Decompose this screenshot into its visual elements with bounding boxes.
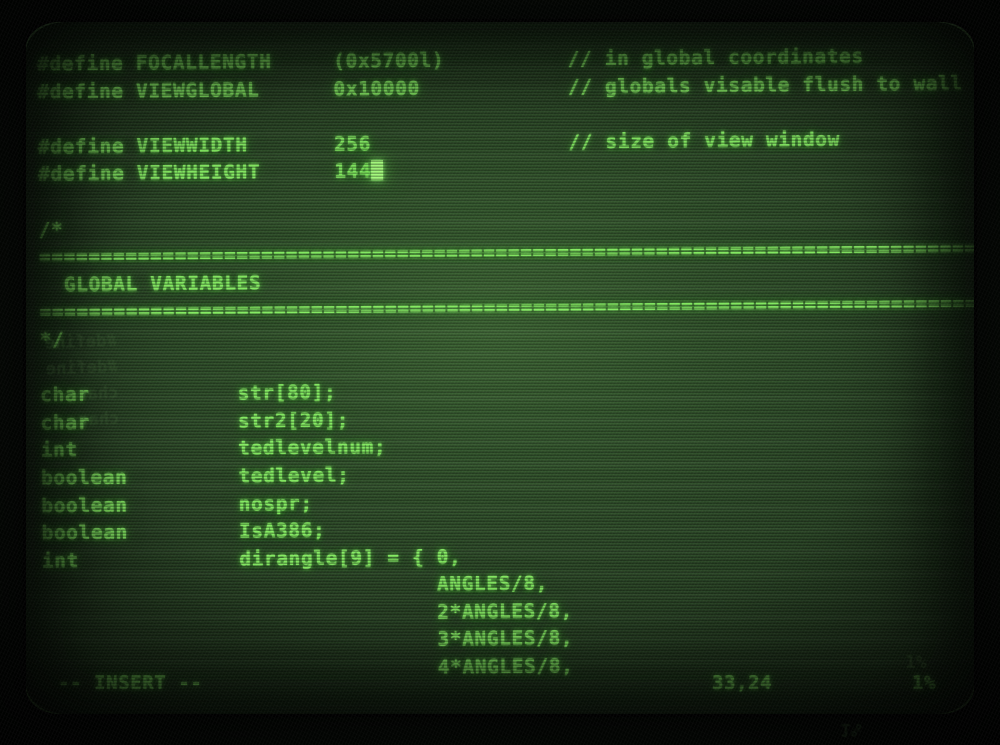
- crt-screen: #define FOCALLENGTH (0x5700l) // in glob…: [26, 22, 974, 714]
- code-viewport[interactable]: #define FOCALLENGTH (0x5700l) // in glob…: [37, 42, 973, 686]
- scroll-percent-indicator: 1%: [912, 672, 936, 694]
- code-line-text: #define VIEWHEIGHT 144: [38, 160, 371, 186]
- bezel-ghost-reflection-bottom: 1%: [840, 716, 990, 742]
- terminal-text-layer: #define FOCALLENGTH (0x5700l) // in glob…: [26, 22, 974, 714]
- cursor-position-indicator: 33,24: [712, 672, 772, 694]
- vim-status-line: -- INSERT -- 33,24 1%: [40, 672, 970, 698]
- vim-mode-indicator: -- INSERT --: [58, 672, 202, 694]
- text-cursor: [371, 160, 383, 180]
- crt-monitor: #define #define char char #define FOCALL…: [0, 0, 1000, 745]
